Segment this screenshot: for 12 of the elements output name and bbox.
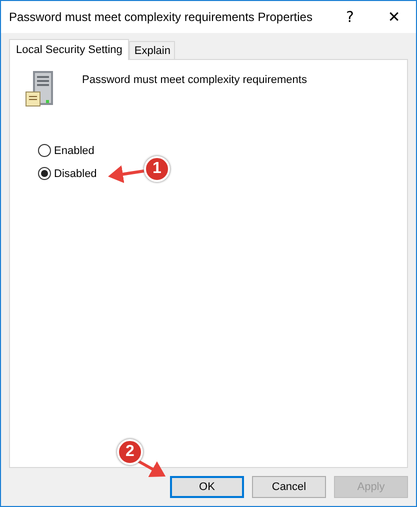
tab[interactable]: Explain <box>129 41 176 59</box>
help-button[interactable]: ? <box>328 2 372 32</box>
radio-option[interactable]: Disabled <box>38 167 97 180</box>
close-button[interactable]: ✕ <box>372 2 416 32</box>
dialog-button[interactable]: OK <box>170 476 244 498</box>
callout-arrow <box>108 165 144 184</box>
policy-name: Password must meet complexity requirements <box>82 74 307 86</box>
radio-option[interactable]: Enabled <box>38 144 94 157</box>
dialog-button[interactable]: Cancel <box>252 476 326 498</box>
tab[interactable]: Local Security Setting <box>9 39 130 60</box>
callout-arrow <box>137 460 166 477</box>
window-title: Password must meet complexity requirements Properties <box>9 10 314 24</box>
